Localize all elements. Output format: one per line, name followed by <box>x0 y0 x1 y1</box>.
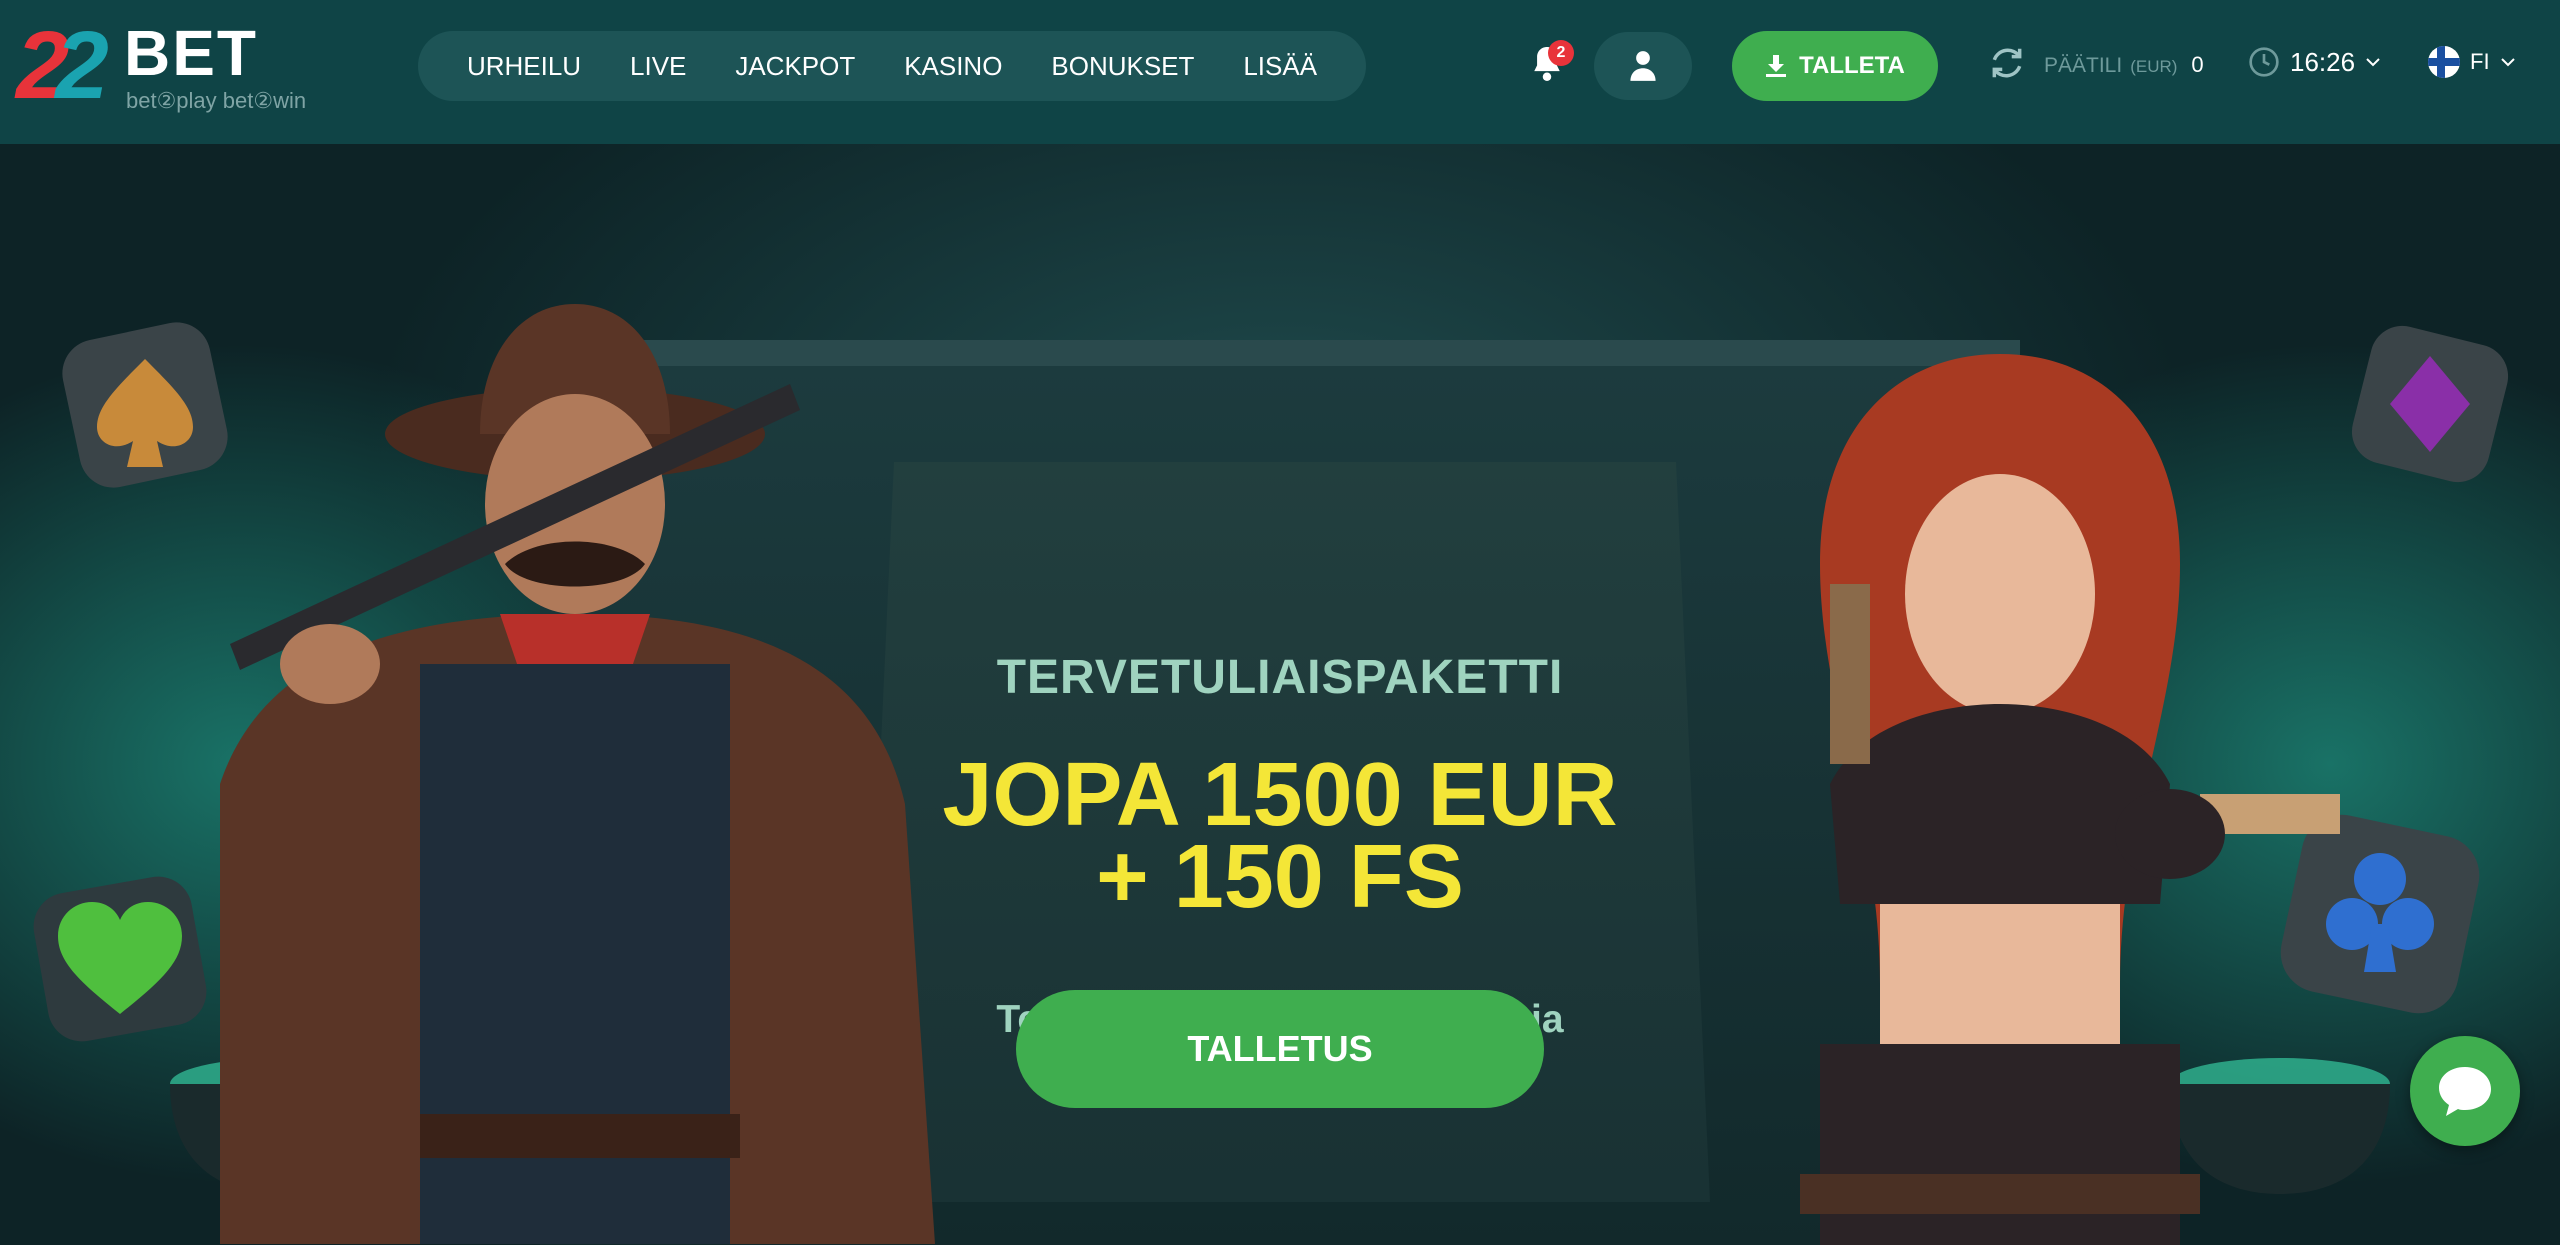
live-chat-button[interactable] <box>2410 1036 2520 1146</box>
nav-item-lisaa[interactable]: LISÄÄ <box>1243 51 1317 82</box>
logo-tagline: bet②play bet②win <box>126 88 307 113</box>
notifications-button[interactable]: 2 <box>1530 40 1574 88</box>
main-nav: URHEILU LIVE JACKPOT KASINO BONUKSET LIS… <box>418 31 1366 101</box>
logo-text: BET <box>124 17 258 89</box>
nav-item-jackpot[interactable]: JACKPOT <box>735 51 855 82</box>
spade-icon <box>62 322 228 488</box>
deposit-button-label: TALLETA <box>1799 52 1905 79</box>
chevron-down-icon <box>2500 58 2515 67</box>
finland-flag-icon <box>2428 46 2460 78</box>
logo-mark: 22 <box>16 12 109 119</box>
account-balance[interactable]: PÄÄTILI (EUR) 0 <box>2044 52 2204 78</box>
language-code: FI <box>2470 49 2490 74</box>
refresh-icon <box>1992 48 2022 78</box>
nav-item-urheilu[interactable]: URHEILU <box>467 51 581 82</box>
banner-deposit-button[interactable]: TALLETUS <box>1016 990 1544 1108</box>
language-selector[interactable]: FI <box>2428 46 2516 78</box>
chevron-down-icon <box>2366 58 2380 67</box>
banner-amount-line1: JOPA 1500 EUR <box>942 745 1618 845</box>
chat-icon <box>2439 1067 2491 1116</box>
banner-amount-line2: + 150 FS <box>1096 827 1464 927</box>
notification-badge: 2 <box>1548 40 1574 66</box>
profile-button[interactable] <box>1594 32 1692 100</box>
nav-item-kasino[interactable]: KASINO <box>904 51 1002 82</box>
brand-logo[interactable]: 22 BET bet②play bet②win <box>16 14 336 118</box>
heart-icon <box>33 876 207 1042</box>
account-currency: (EUR) <box>2130 57 2178 76</box>
deposit-button[interactable]: TALLETA <box>1732 31 1938 101</box>
nav-item-live[interactable]: LIVE <box>630 51 686 82</box>
nav-item-bonukset[interactable]: BONUKSET <box>1051 51 1194 82</box>
refresh-balance-button[interactable] <box>1988 44 2028 88</box>
current-time: 16:26 <box>2290 46 2356 77</box>
user-icon <box>1630 51 1656 81</box>
club-icon <box>2280 814 2480 1014</box>
top-header: 22 BET bet②play bet②win URHEILU LIVE JAC… <box>0 0 2560 144</box>
download-icon <box>1766 55 1787 77</box>
account-label: PÄÄTILI <box>2044 54 2123 77</box>
account-balance-value: 0 <box>2191 52 2204 77</box>
time-display[interactable]: 16:26 <box>2248 46 2381 78</box>
diamond-icon <box>2351 325 2509 483</box>
banner-title: TERVETULIAISPAKETTI <box>996 651 1564 704</box>
banner-amount: JOPA 1500 EUR + 150 FS <box>780 745 1780 927</box>
clock-icon <box>2249 47 2279 77</box>
